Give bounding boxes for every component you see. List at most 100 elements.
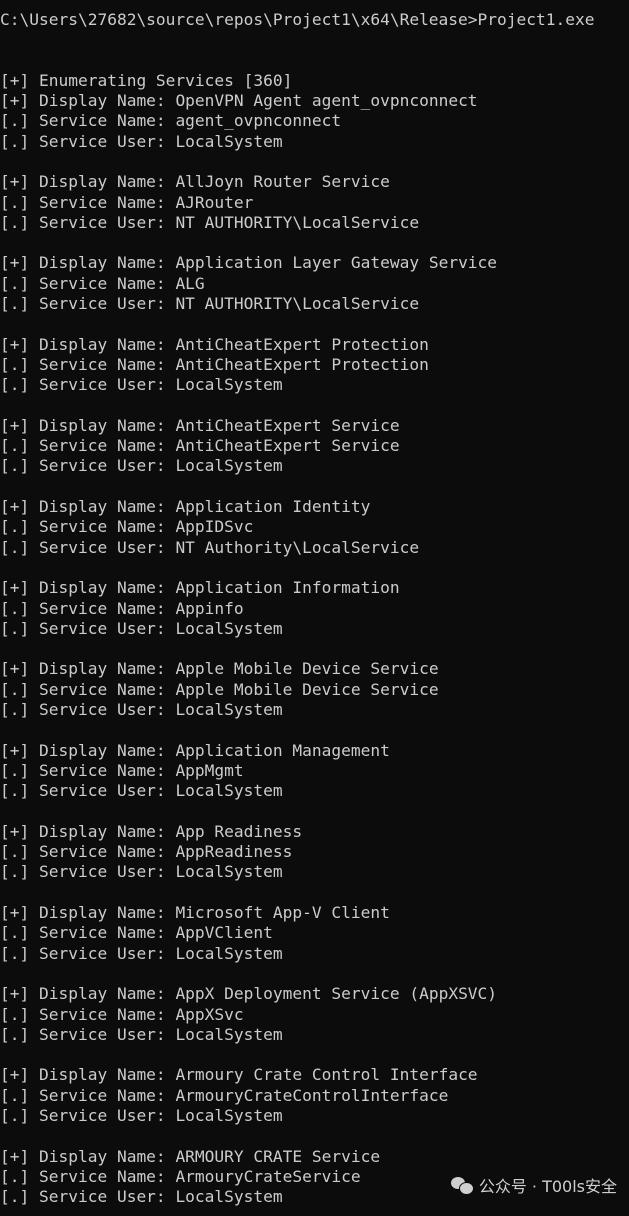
service-user: [.] Service User: LocalSystem <box>0 862 283 882</box>
watermark: 公众号 · T00ls安全 <box>450 1170 617 1200</box>
line-prefix: [+] Display Name: <box>0 984 176 1004</box>
line-prefix: [+] Display Name: <box>0 334 176 354</box>
line-prefix: [+] Display Name: <box>0 578 176 598</box>
line-value: LocalSystem <box>175 943 283 963</box>
line-prefix: [.] Service Name: <box>0 1085 176 1105</box>
line-value: Apple Mobile Device Service <box>175 679 439 699</box>
line-value: AntiCheatExpert Protection <box>175 354 429 374</box>
service-name: [.] Service Name: AppMgmt <box>0 761 244 781</box>
service-user: [.] Service User: LocalSystem <box>0 1025 283 1045</box>
service-display-name: [+] Display Name: ARMOURY CRATE Service <box>0 1147 380 1167</box>
line-value: LocalSystem <box>175 131 283 151</box>
line-value: AppIDSvc <box>175 517 254 537</box>
service-name: [.] Service Name: AppIDSvc <box>0 517 253 537</box>
line-value: AppMgmt <box>175 760 244 780</box>
service-display-name: [+] Display Name: AppX Deployment Servic… <box>0 984 497 1004</box>
line-prefix: [+] Display Name: <box>0 253 176 273</box>
line-prefix: [.] Service User: <box>0 943 176 963</box>
line-value: AllJoyn Router Service <box>175 172 390 192</box>
service-display-name: [+] Display Name: Application Layer Gate… <box>0 253 497 273</box>
line-prefix: [.] Service User: <box>0 1024 176 1044</box>
line-prefix: [.] Service Name: <box>0 598 176 618</box>
service-name: [.] Service Name: AJRouter <box>0 193 253 213</box>
service-user: [.] Service User: LocalSystem <box>0 132 283 152</box>
line-value: Apple Mobile Device Service <box>175 659 439 679</box>
service-name: [.] Service Name: AppXSvc <box>0 1005 244 1025</box>
line-value: AppXSvc <box>175 1004 244 1024</box>
service-user: [.] Service User: LocalSystem <box>0 456 283 476</box>
service-display-name: [+] Display Name: App Readiness <box>0 822 302 842</box>
service-display-name: [+] Display Name: Microsoft App-V Client <box>0 903 390 923</box>
service-name: [.] Service Name: ArmouryCrateService <box>0 1167 361 1187</box>
service-user: [.] Service User: NT Authority\LocalServ… <box>0 538 419 558</box>
line-value: LocalSystem <box>175 700 283 719</box>
service-user: [.] Service User: LocalSystem <box>0 944 283 964</box>
line-prefix: [.] Service User: <box>0 294 176 313</box>
line-prefix: [.] Service User: <box>0 1106 176 1125</box>
service-display-name: [+] Display Name: AntiCheatExpert Protec… <box>0 335 429 355</box>
line-prefix: [.] Service User: <box>0 212 176 232</box>
line-prefix: [.] Service User: <box>0 131 176 151</box>
watermark-text: 公众号 · T00ls安全 <box>478 1177 617 1196</box>
service-name: [.] Service Name: AppReadiness <box>0 842 292 862</box>
line-value: Microsoft App-V Client <box>175 903 390 922</box>
service-display-name: [+] Display Name: Application Management <box>0 741 390 761</box>
service-user: [.] Service User: LocalSystem <box>0 1106 283 1126</box>
service-name: [.] Service Name: ArmouryCrateControlInt… <box>0 1086 448 1106</box>
service-display-name: [+] Display Name: Apple Mobile Device Se… <box>0 659 439 679</box>
service-user: [.] Service User: NT AUTHORITY\LocalServ… <box>0 294 419 314</box>
line-prefix: [.] Service User: <box>0 781 176 801</box>
service-name: [.] Service Name: AppVClient <box>0 923 273 943</box>
service-name: [.] Service Name: AntiCheatExpert Protec… <box>0 355 429 375</box>
service-display-name: [+] Display Name: Application Identity <box>0 497 370 517</box>
line-prefix: [+] Display Name: <box>0 821 176 841</box>
line-value: Armoury Crate Control Interface <box>175 1065 478 1085</box>
line-prefix: [+] Display Name: <box>0 172 176 192</box>
line-value: agent_ovpnconnect <box>175 111 342 131</box>
line-prefix: [.] Service Name: <box>0 1166 176 1186</box>
command-prompt-line: C:\Users\27682\source\repos\Project1\x64… <box>0 10 595 29</box>
line-prefix: [.] Service Name: <box>0 111 176 131</box>
line-value: LocalSystem <box>175 1024 283 1044</box>
line-prefix: [.] Service Name: <box>0 1004 176 1024</box>
line-prefix: [.] Service User: <box>0 537 176 557</box>
service-user: [.] Service User: LocalSystem <box>0 619 283 639</box>
service-display-name: [+] Display Name: Application Informatio… <box>0 578 400 598</box>
line-value: ArmouryCrateService <box>175 1166 361 1186</box>
service-user: [.] Service User: LocalSystem <box>0 375 283 395</box>
line-value: LocalSystem <box>175 456 283 476</box>
line-value: App Readiness <box>175 821 303 841</box>
service-display-name: [+] Display Name: OpenVPN Agent agent_ov… <box>0 91 478 111</box>
service-display-name: [+] Display Name: AntiCheatExpert Servic… <box>0 416 400 436</box>
line-prefix: [.] Service Name: <box>0 679 176 699</box>
line-prefix: [+] Display Name: <box>0 497 176 516</box>
line-prefix: [+] Display Name: <box>0 659 176 679</box>
line-prefix: [+] Display Name: <box>0 1146 176 1166</box>
line-value: AJRouter <box>175 192 254 212</box>
line-value: NT AUTHORITY\LocalService <box>175 294 420 313</box>
line-prefix: [.] Service Name: <box>0 842 176 862</box>
line-prefix: [.] Service Name: <box>0 354 176 374</box>
line-value: LocalSystem <box>175 781 283 801</box>
line-prefix: [.] Service User: <box>0 862 176 882</box>
line-prefix: [+] Display Name: <box>0 1065 176 1085</box>
line-prefix: [.] Service User: <box>0 1187 176 1207</box>
service-display-name: [+] Display Name: AllJoyn Router Service <box>0 172 390 192</box>
line-prefix: [.] Service Name: <box>0 517 176 537</box>
line-prefix: [.] Service User: <box>0 700 176 719</box>
line-value: Application Management <box>175 740 390 760</box>
line-value: Application Layer Gateway Service <box>175 253 498 273</box>
line-value: NT Authority\LocalService <box>175 537 420 557</box>
line-value: AntiCheatExpert Service <box>175 436 400 456</box>
line-value: Appinfo <box>175 598 244 618</box>
line-prefix: [+] Display Name: <box>0 740 176 760</box>
line-value: ALG <box>175 273 205 293</box>
service-user: [.] Service User: LocalSystem <box>0 1187 283 1207</box>
enumeration-header: [+] Enumerating Services [360] <box>0 71 293 90</box>
line-prefix: [.] Service User: <box>0 456 176 476</box>
line-value: Application Information <box>175 578 400 598</box>
line-prefix: [+] Display Name: <box>0 415 176 435</box>
line-value: LocalSystem <box>175 1187 283 1207</box>
wechat-icon <box>450 1176 474 1195</box>
console-window[interactable]: C:\Users\27682\source\repos\Project1\x64… <box>0 0 629 1216</box>
